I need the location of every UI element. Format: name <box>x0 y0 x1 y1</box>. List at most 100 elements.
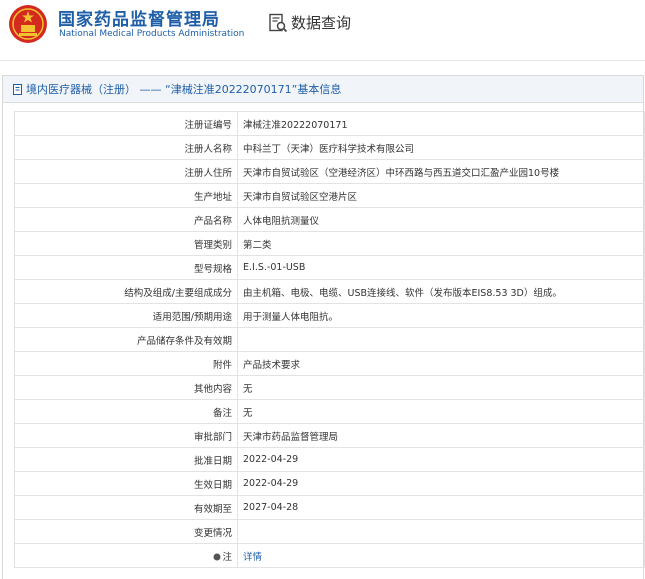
row-label-text: 管理类别 <box>193 239 232 251</box>
row-value-text: 用于测量人体电阻抗。 <box>243 311 339 323</box>
table-row: 附件 产品技术要求 <box>14 351 645 376</box>
row-value-text: 产品技术要求 <box>243 359 301 371</box>
site-header: 国家药品监督管理局 National Medical Products Admi… <box>0 0 645 48</box>
row-value-text: 无 <box>243 383 253 395</box>
row-label-text: 其他内容 <box>193 383 232 395</box>
row-value: 天津市药品监督管理局 <box>237 423 645 448</box>
row-label: 注册人住所 <box>14 159 238 184</box>
row-value: 2022-04-29 <box>237 447 645 472</box>
table-row: 管理类别 第二类 <box>14 231 645 256</box>
row-label-text: 结构及组成/主要组成成分 <box>124 287 232 299</box>
table-row: 其他内容无 <box>14 375 645 400</box>
row-label: 审批部门 <box>14 423 238 448</box>
data-query-icon <box>269 13 288 32</box>
table-row: 适用范围/预期用途 用于测量人体电阻抗。 <box>14 303 645 328</box>
row-value-text: 天津市药品监督管理局 <box>243 431 339 443</box>
row-label-text: 产品储存条件及有效期 <box>136 335 232 347</box>
row-value-text: 2027-04-28 <box>243 502 299 513</box>
site-subtitle: National Medical Products Administration <box>59 29 245 39</box>
device-info-panel: 境内医疗器械（注册） —— “津械注准20222070171”基本信息 注册证编… <box>2 75 645 579</box>
table-row: 注册人名称 中科兰丁（天津）医疗科学技术有限公司 <box>14 135 645 160</box>
row-value-text: 第二类 <box>243 239 272 251</box>
info-table: 注册证编号 津械注准20222070171 注册人名称 中科兰丁（天津）医疗科学技术有… <box>14 111 645 568</box>
row-label: 型号规格 <box>14 255 238 280</box>
row-label-text: 注册证编号 <box>184 119 232 131</box>
row-value: 第二类 <box>237 231 645 256</box>
row-value: E.I.S.-01-USB <box>237 255 645 280</box>
row-label: 生产地址 <box>14 183 238 208</box>
row-value: 详情 <box>237 543 645 568</box>
row-label: 有效期至 <box>14 495 238 520</box>
row-value: 天津市自贸试验区空港片区 <box>237 183 645 208</box>
row-label-text: 产品名称 <box>193 215 232 227</box>
row-label: 注册证编号 <box>14 111 238 136</box>
data-query-link[interactable]: 数据查询 <box>268 12 351 33</box>
data-query-label: 数据查询 <box>291 14 352 32</box>
row-label: 批准日期 <box>14 447 238 472</box>
document-icon <box>13 83 22 95</box>
row-label-text: 批准日期 <box>193 455 232 467</box>
row-label: 适用范围/预期用途 <box>14 303 238 328</box>
row-label: 变更情况 <box>14 519 238 544</box>
row-value: 产品技术要求 <box>237 351 645 376</box>
row-label: 注 <box>14 543 238 568</box>
row-label: 附件 <box>14 351 238 376</box>
table-row: 产品储存条件及有效期 <box>14 327 645 352</box>
row-value-text: 2022-04-29 <box>243 478 299 489</box>
row-value-text: 2022-04-29 <box>243 454 299 465</box>
row-value: 用于测量人体电阻抗。 <box>237 303 645 328</box>
details-link[interactable]: 详情 <box>243 552 262 563</box>
row-value: 津械注准20222070171 <box>237 111 645 136</box>
row-value: 人体电阻抗测量仪 <box>237 207 645 232</box>
row-label: 其他内容 <box>14 375 238 400</box>
table-row: 变更情况 <box>14 519 645 544</box>
table-row: 注详情 <box>14 543 645 568</box>
table-row: 产品名称 人体电阻抗测量仪 <box>14 207 645 232</box>
row-label-text: 附件 <box>212 359 232 371</box>
row-value: 2027-04-28 <box>237 495 645 520</box>
row-value-text: 由主机箱、电极、电缆、USB连接线、软件（发布版本EIS8.53 3D）组成。 <box>243 287 562 299</box>
row-value: 由主机箱、电极、电缆、USB连接线、软件（发布版本EIS8.53 3D）组成。 <box>237 279 645 304</box>
row-label-text: 变更情况 <box>193 527 232 539</box>
info-dot-icon <box>213 553 221 561</box>
row-value <box>237 327 645 352</box>
row-label-text: 生产地址 <box>193 191 232 203</box>
table-row: 审批部门 天津市药品监督管理局 <box>14 423 645 448</box>
row-value-text: E.I.S.-01-USB <box>243 262 306 273</box>
national-emblem-icon <box>9 5 47 43</box>
row-label-text: 审批部门 <box>193 431 232 443</box>
table-row: 备注无 <box>14 399 645 424</box>
row-value: 中科兰丁（天津）医疗科学技术有限公司 <box>237 135 645 160</box>
table-row: 结构及组成/主要组成成分 由主机箱、电极、电缆、USB连接线、软件（发布版本EIS… <box>14 279 645 304</box>
row-value-text: 人体电阻抗测量仪 <box>243 215 320 227</box>
row-label-text: 注册人名称 <box>184 143 232 155</box>
panel-title: 境内医疗器械（注册） —— “津械注准20222070171”基本信息 <box>26 83 342 96</box>
table-row: 有效期至 2027-04-28 <box>14 495 645 520</box>
row-value: 无 <box>237 375 645 400</box>
row-value: 2022-04-29 <box>237 471 645 496</box>
table-row: 生效日期 2022-04-29 <box>14 471 645 496</box>
row-value: 天津市自贸试验区（空港经济区）中环西路与西五道交口汇盈产业园10号楼 <box>237 159 645 184</box>
row-value <box>237 519 645 544</box>
table-row: 注册人住所 天津市自贸试验区（空港经济区）中环西路与西五道交口汇盈产业园10号楼 <box>14 159 645 184</box>
row-label: 注册人名称 <box>14 135 238 160</box>
row-label: 管理类别 <box>14 231 238 256</box>
row-label-text: 生效日期 <box>193 479 232 491</box>
table-row: 注册证编号 津械注准20222070171 <box>14 111 645 136</box>
row-value-text: 天津市自贸试验区（空港经济区）中环西路与西五道交口汇盈产业园10号楼 <box>243 167 560 179</box>
row-value-text: 中科兰丁（天津）医疗科学技术有限公司 <box>243 143 415 155</box>
row-label-text: 备注 <box>212 407 232 419</box>
row-label-text: 有效期至 <box>193 503 232 515</box>
site-title[interactable]: 国家药品监督管理局 <box>58 5 220 30</box>
header-divider <box>0 60 645 61</box>
row-label: 备注 <box>14 399 238 424</box>
row-label: 结构及组成/主要组成成分 <box>14 279 238 304</box>
row-value-text: 无 <box>243 407 253 419</box>
table-row: 批准日期 2022-04-29 <box>14 447 645 472</box>
row-label: 生效日期 <box>14 471 238 496</box>
row-label-text: 适用范围/预期用途 <box>152 311 232 323</box>
row-value: 无 <box>237 399 645 424</box>
row-label: 产品名称 <box>14 207 238 232</box>
row-value-text: 津械注准20222070171 <box>243 119 348 131</box>
table-row: 型号规格 E.I.S.-01-USB <box>14 255 645 280</box>
